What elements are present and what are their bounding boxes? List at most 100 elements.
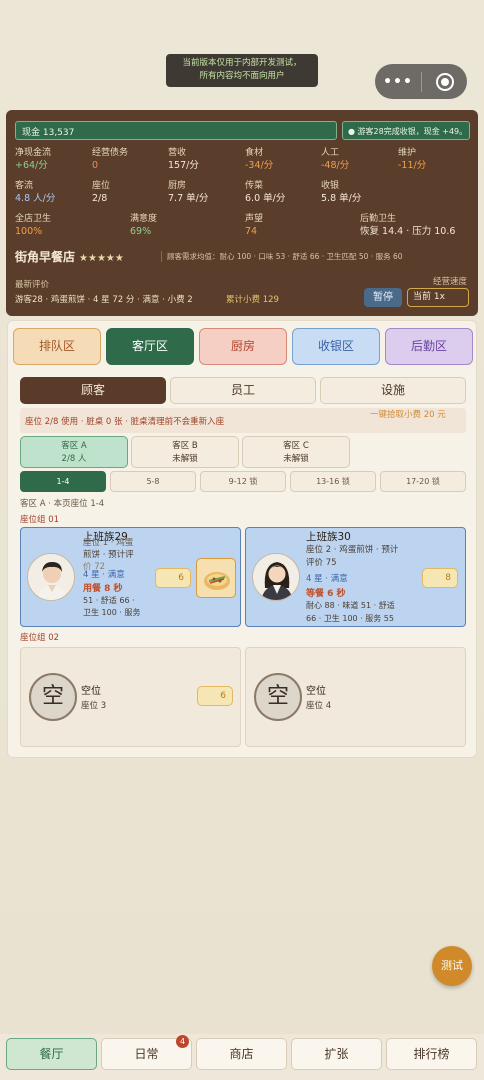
stat-hygiene: 全店卫生 100%	[15, 214, 52, 237]
dev-notice-banner: 当前版本仅用于内部开发测试， 所有内容均不面向用户	[166, 54, 318, 87]
subtab-facilities[interactable]: 设施	[320, 377, 466, 404]
area-c-sub: 未解锁	[283, 454, 309, 464]
empty-seat-card[interactable]: 空 空位 座位 3 6	[20, 647, 241, 747]
collect-tips-button[interactable]: 一键拾取小费 20 元	[370, 410, 466, 421]
empty-seat-number: 座位 3	[81, 701, 107, 711]
speed-label: 经营速度	[433, 277, 468, 287]
tip-tag[interactable]: 6	[155, 568, 191, 588]
nav-shop[interactable]: 商店	[196, 1038, 287, 1070]
area-b-button[interactable]: 客区 B 未解锁	[131, 436, 239, 468]
zone-tab-queue[interactable]: 排队区	[13, 328, 101, 365]
page-5-8[interactable]: 5-8	[110, 471, 196, 492]
latest-review: 游客28 · 鸡蛋煎饼 · 4 星 72 分 · 满意 · 小费 2	[15, 295, 193, 305]
customer-name: 上班族30	[306, 531, 351, 543]
notice-line-2: 所有内容均不面向用户	[199, 71, 285, 81]
empty-seat-icon: 空	[254, 673, 302, 721]
more-menu-icon[interactable]: •••	[375, 74, 421, 90]
customer-avatar	[27, 553, 75, 601]
target-icon	[435, 72, 454, 91]
page-1-4[interactable]: 1-4	[20, 471, 106, 492]
area-a-name: 客区 A	[61, 441, 87, 451]
stat-labor: 人工 -48/分	[321, 148, 350, 171]
stat-net-cashflow: 净现金流 +64/分	[15, 148, 52, 171]
nav-leaderboard[interactable]: 排行榜	[386, 1038, 477, 1070]
egg-pancake-dish-icon	[196, 558, 236, 598]
stat-backoffice-hygiene: 后勤卫生 恢复 14.4 · 压力 10.6	[360, 214, 456, 237]
shop-name: 街角早餐店 ★★★★★	[15, 248, 124, 265]
daily-notification-badge: 4	[176, 1035, 189, 1048]
customer-stats-2: 卫生 100 · 服务	[83, 608, 141, 617]
customer-avatar	[252, 553, 300, 601]
customer-stats-2: 66 · 卫生 100 · 服务 55	[306, 614, 394, 623]
empty-seat-icon: 空	[29, 673, 77, 721]
page-caption: 客区 A · 本页座位 1-4	[20, 499, 105, 509]
business-dashboard: 现金 13,537 ● 游客28完成收银，现金 +49。 净现金流 +64/分 …	[6, 110, 478, 316]
stat-ingredients: 食材 -34/分	[245, 148, 274, 171]
zone-tab-kitchen[interactable]: 厨房	[199, 328, 287, 365]
area-b-name: 客区 B	[172, 441, 198, 451]
latest-review-label: 最新评价	[15, 280, 50, 290]
nav-restaurant[interactable]: 餐厅	[6, 1038, 97, 1070]
seat-group-01-label: 座位组 01	[20, 515, 60, 525]
zone-tab-dining[interactable]: 客厅区	[106, 328, 194, 365]
nav-expand[interactable]: 扩张	[291, 1038, 382, 1070]
empty-seat-number: 座位 4	[306, 701, 332, 711]
area-c-name: 客区 C	[283, 441, 309, 451]
area-a-sub: 2/8 人	[61, 454, 87, 464]
stat-serving: 传菜 6.0 单/分	[245, 181, 286, 204]
seat-usage-info: 座位 2/8 使用 · 脏桌 0 张 · 脏桌清理前不会重新入座	[25, 417, 225, 427]
subtab-customers[interactable]: 顾客	[20, 377, 166, 404]
bottom-nav: 餐厅 日常 4 商店 扩张 排行榜	[0, 1034, 484, 1080]
stat-kitchen: 厨房 7.7 单/分	[168, 181, 209, 204]
seat-status-bar: 座位 2/8 使用 · 脏桌 0 张 · 脏桌清理前不会重新入座 一键拾取小费 …	[20, 408, 466, 433]
customer-line-1: 座位 2 · 鸡蛋煎饼 · 预计	[306, 545, 399, 555]
pause-button[interactable]: 暂停	[364, 288, 402, 307]
stat-maintenance: 维护 -11/分	[398, 148, 427, 171]
customer-timer: 等餐 6 秒	[306, 589, 346, 599]
customer-stats-1: 耐心 88 · 味道 51 · 舒适	[306, 601, 395, 610]
stat-reputation: 声望 74	[245, 214, 264, 237]
stat-satisfaction: 满意度 69%	[130, 214, 158, 237]
tip-tag[interactable]: 6	[197, 686, 233, 706]
subtab-staff[interactable]: 员工	[170, 377, 316, 404]
stat-seats: 座位 2/8	[92, 181, 111, 204]
customer-timer: 用餐 8 秒	[83, 584, 123, 594]
customer-line-2: 煎饼 · 预计评	[83, 550, 134, 560]
stat-traffic: 客流 4.8 人/分	[15, 181, 56, 204]
area-b-sub: 未解锁	[172, 454, 198, 464]
page-13-16[interactable]: 13-16 锁	[290, 471, 376, 492]
shop-name-text: 街角早餐店	[15, 250, 76, 264]
page-9-12[interactable]: 9-12 锁	[200, 471, 286, 492]
stat-debt: 经营债务 0	[92, 148, 129, 171]
test-button[interactable]: 测试	[432, 946, 472, 986]
stat-cashier: 收银 5.8 单/分	[321, 181, 362, 204]
notice-line-1: 当前版本仅用于内部开发测试，	[182, 58, 302, 68]
miniprogram-capsule: •••	[375, 64, 467, 99]
total-tips: 累计小费 129	[226, 295, 279, 305]
close-miniprogram-button[interactable]	[422, 72, 467, 91]
empty-seat-name: 空位	[81, 686, 101, 697]
empty-seat-card[interactable]: 空 空位 座位 4	[245, 647, 466, 747]
zone-tab-backoffice[interactable]: 后勤区	[385, 328, 473, 365]
customer-card[interactable]: 上班族29 座位 1 · 鸡蛋 煎饼 · 预计评 价 72 4 星 · 满意 用…	[20, 527, 241, 627]
empty-seat-name: 空位	[306, 686, 326, 697]
speed-selector[interactable]: 当前 1x	[407, 288, 469, 307]
page-17-20[interactable]: 17-20 锁	[380, 471, 466, 492]
seat-group-02-label: 座位组 02	[20, 633, 60, 643]
zone-tab-cashier[interactable]: 收银区	[292, 328, 380, 365]
customer-rating-status: 4 星 · 满意	[83, 570, 125, 580]
customer-rating-status: 4 星 · 满意	[306, 574, 348, 584]
cash-display: 现金 13,537	[15, 121, 337, 140]
customer-demand-summary: 顾客需求均值：耐心 100 · 口味 53 · 舒适 66 · 卫生匹配 50 …	[161, 251, 403, 262]
area-a-button[interactable]: 客区 A 2/8 人	[20, 436, 128, 468]
customer-stats-1: 51 · 舒适 66 ·	[83, 596, 135, 605]
rating-stars: ★★★★★	[79, 253, 124, 264]
stat-revenue: 营收 157/分	[168, 148, 199, 171]
area-c-button[interactable]: 客区 C 未解锁	[242, 436, 350, 468]
tip-tag[interactable]: 8	[422, 568, 458, 588]
customer-line-1: 座位 1 · 鸡蛋	[83, 538, 134, 548]
customer-card[interactable]: 上班族30 座位 2 · 鸡蛋煎饼 · 预计 评价 75 4 星 · 满意 等餐…	[245, 527, 466, 627]
dining-panel: 排队区 客厅区 厨房 收银区 后勤区 顾客 员工 设施 座位 2/8 使用 · …	[7, 320, 477, 758]
customer-line-2: 评价 75	[306, 558, 337, 568]
event-toast: ● 游客28完成收银，现金 +49。	[342, 121, 470, 140]
